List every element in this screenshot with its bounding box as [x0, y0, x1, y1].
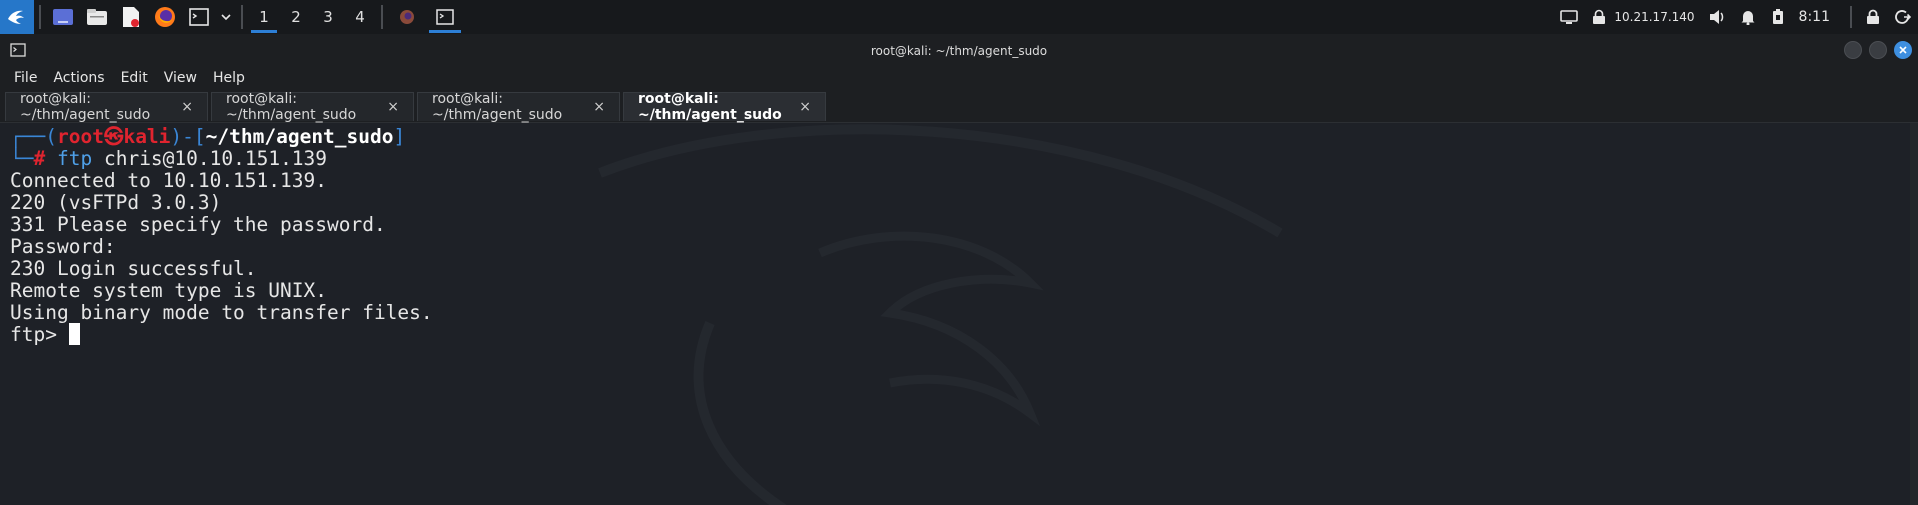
file-manager-icon[interactable]: [80, 0, 114, 34]
window-title: root@kali: ~/thm/agent_sudo: [870, 43, 1048, 58]
firefox-icon[interactable]: [148, 0, 182, 34]
menu-actions[interactable]: Actions: [45, 70, 112, 86]
tab-2[interactable]: root@kali: ~/thm/agent_sudo ×: [211, 91, 414, 123]
tab-bar: root@kali: ~/thm/agent_sudo × root@kali:…: [0, 89, 1918, 123]
text-cursor: [68, 323, 80, 345]
workspace-4[interactable]: 4: [344, 0, 376, 34]
workspace-2[interactable]: 2: [280, 0, 312, 34]
taskbar-firefox-icon[interactable]: [388, 0, 426, 34]
panel-separator: [39, 5, 41, 29]
panel-separator: [381, 5, 383, 29]
clock[interactable]: 8:11: [1799, 9, 1830, 25]
tab-label: root@kali: ~/thm/agent_sudo: [638, 91, 782, 123]
tab-close-icon[interactable]: ×: [387, 99, 399, 115]
tab-close-icon[interactable]: ×: [181, 99, 193, 115]
menu-help[interactable]: Help: [205, 70, 253, 86]
tab-close-icon[interactable]: ×: [593, 99, 605, 115]
tab-label: root@kali: ~/thm/agent_sudo: [432, 91, 563, 123]
chevron-down-icon[interactable]: [216, 0, 236, 34]
ftp-prompt: ftp>: [10, 323, 57, 346]
show-desktop-icon[interactable]: [46, 0, 80, 34]
logout-icon[interactable]: [1888, 0, 1918, 34]
taskbar-terminal-icon[interactable]: [426, 0, 464, 34]
tab-3[interactable]: root@kali: ~/thm/agent_sudo ×: [417, 91, 620, 123]
menu-view[interactable]: View: [156, 70, 205, 86]
tab-label: root@kali: ~/thm/agent_sudo: [20, 91, 151, 123]
window-terminal-icon: [10, 43, 26, 57]
tab-label: root@kali: ~/thm/agent_sudo: [226, 91, 357, 123]
notifications-bell-icon[interactable]: [1733, 0, 1763, 34]
system-tray: 10.21.17.140 8:11: [1554, 0, 1918, 34]
ftp-prompt-line[interactable]: ftp>: [10, 321, 80, 348]
maximize-button[interactable]: [1869, 41, 1887, 59]
kali-dragon-watermark: [598, 124, 1283, 505]
workspace-label: 4: [355, 8, 365, 26]
workspace-3[interactable]: 3: [312, 0, 344, 34]
terminal-launcher-icon[interactable]: [182, 0, 216, 34]
terminal-scrollbar[interactable]: [1910, 123, 1918, 505]
tab-close-icon[interactable]: ×: [799, 99, 811, 115]
tab-4-active[interactable]: root@kali: ~/thm/agent_sudo ×: [623, 91, 826, 123]
tab-1[interactable]: root@kali: ~/thm/agent_sudo ×: [5, 91, 208, 123]
panel-separator: [241, 5, 243, 29]
window-controls: [1844, 41, 1912, 59]
menu-bar: File Actions Edit View Help: [0, 67, 1918, 89]
battery-icon[interactable]: [1763, 0, 1793, 34]
minimize-button[interactable]: [1844, 41, 1862, 59]
vpn-lock-icon[interactable]: [1584, 0, 1614, 34]
kali-menu-icon[interactable]: [0, 0, 34, 34]
workspace-label: 2: [291, 8, 301, 26]
panel-separator: [1850, 6, 1852, 28]
text-editor-icon[interactable]: [114, 0, 148, 34]
close-icon: [1899, 46, 1907, 54]
window-titlebar[interactable]: root@kali: ~/thm/agent_sudo: [0, 34, 1918, 67]
workspace-1[interactable]: 1: [248, 0, 280, 34]
terminal-view[interactable]: ┌──(root㉿kali)-[~/thm/agent_sudo] └─# ft…: [0, 123, 1918, 505]
volume-icon[interactable]: [1703, 0, 1733, 34]
menu-edit[interactable]: Edit: [113, 70, 156, 86]
vpn-ip-address: 10.21.17.140: [1614, 10, 1695, 24]
menu-file[interactable]: File: [6, 70, 45, 86]
top-panel: 1 2 3 4 10.21.17.140 8:11: [0, 0, 1918, 34]
lock-screen-icon[interactable]: [1858, 0, 1888, 34]
workspace-label: 3: [323, 8, 333, 26]
workspace-label: 1: [259, 8, 269, 26]
display-icon[interactable]: [1554, 0, 1584, 34]
close-button[interactable]: [1894, 41, 1912, 59]
